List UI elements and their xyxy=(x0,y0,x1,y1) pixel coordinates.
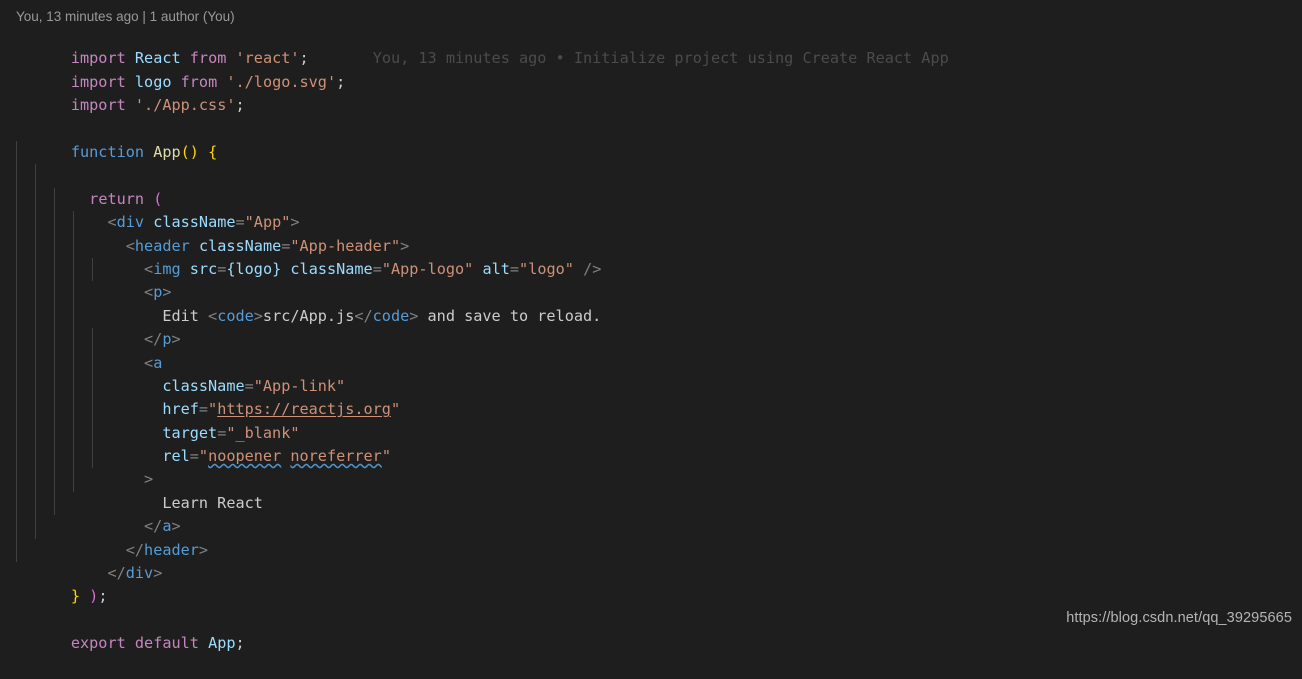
code-line-7[interactable]: <div className="App"> xyxy=(0,164,1302,231)
code-line-19[interactable]: Learn React xyxy=(0,445,1302,512)
code-line-12[interactable]: </p> xyxy=(0,281,1302,348)
indent-guides-16 xyxy=(0,374,1302,399)
code-line-25-text xyxy=(16,587,25,605)
indent-guides-17 xyxy=(0,398,1302,422)
code-line-10[interactable]: <p> xyxy=(0,234,1302,301)
code-line-15[interactable]: href="https://reactjs.org" xyxy=(0,351,1302,418)
indent-guides-12 xyxy=(0,281,1302,305)
code-line-4-text xyxy=(16,96,25,114)
code-line-18[interactable]: > xyxy=(0,421,1302,488)
indent-guides-6 xyxy=(0,140,1302,165)
codelens-git-blame[interactable]: You, 13 minutes ago | 1 author (You) xyxy=(16,9,235,25)
code-line-20[interactable]: </a> xyxy=(0,468,1302,535)
watermark-url: https://blog.csdn.net/qq_39295665 xyxy=(1066,610,1292,626)
code-line-17[interactable]: rel="noopener noreferrer" xyxy=(0,398,1302,465)
indent-guides-20 xyxy=(0,468,1302,492)
code-line-3[interactable]: import './App.css'; xyxy=(0,71,1302,114)
code-line-4[interactable] xyxy=(0,94,1302,117)
code-line-11[interactable]: Edit <code>src/App.js</code> and save to… xyxy=(0,257,1302,325)
code-line-23[interactable]: ); xyxy=(0,538,1302,605)
code-line-8[interactable]: <header className="App-header"> xyxy=(0,187,1302,255)
indent-guides-14 xyxy=(0,328,1302,352)
code-line-5[interactable]: function App() { xyxy=(0,118,1302,161)
code-content[interactable]: import React from 'react'; You, 13 minute… xyxy=(0,24,1302,652)
code-line-16[interactable]: target="_blank" xyxy=(0,374,1302,442)
code-line-26-text: export default App; xyxy=(70,634,245,653)
code-editor[interactable]: You, 13 minutes ago | 1 author (You) imp… xyxy=(0,0,1302,652)
indent-guides-18 xyxy=(0,421,1302,446)
code-line-14[interactable]: className="App-link" xyxy=(0,328,1302,395)
indent-guides-10 xyxy=(0,234,1302,258)
indent-guides-13 xyxy=(0,304,1302,329)
code-line-6[interactable]: return ( xyxy=(0,140,1302,208)
code-line-2[interactable]: import logo from './logo.svg'; xyxy=(0,47,1302,91)
indent-guides-23 xyxy=(0,538,1302,562)
code-line-13[interactable]: <a xyxy=(0,304,1302,372)
indent-guides-9 xyxy=(0,211,1302,235)
indent-guides-22 xyxy=(0,515,1302,539)
indent-guides-8 xyxy=(0,187,1302,212)
code-line-25[interactable] xyxy=(0,585,1302,608)
indent-guides-15 xyxy=(0,351,1302,375)
indent-guides-7 xyxy=(0,164,1302,188)
code-line-21[interactable]: </header> xyxy=(0,491,1302,559)
indent-guides-19 xyxy=(0,445,1302,469)
indent-guides-11 xyxy=(0,257,1302,282)
code-line-24[interactable]: } xyxy=(0,562,1302,605)
code-line-22[interactable]: </div> xyxy=(0,515,1302,582)
indent-guides-21 xyxy=(0,491,1302,516)
code-line-9[interactable]: <img src={logo} className="App-logo" alt… xyxy=(0,211,1302,278)
code-line-1[interactable]: import React from 'react'; You, 13 minute… xyxy=(0,24,1302,67)
